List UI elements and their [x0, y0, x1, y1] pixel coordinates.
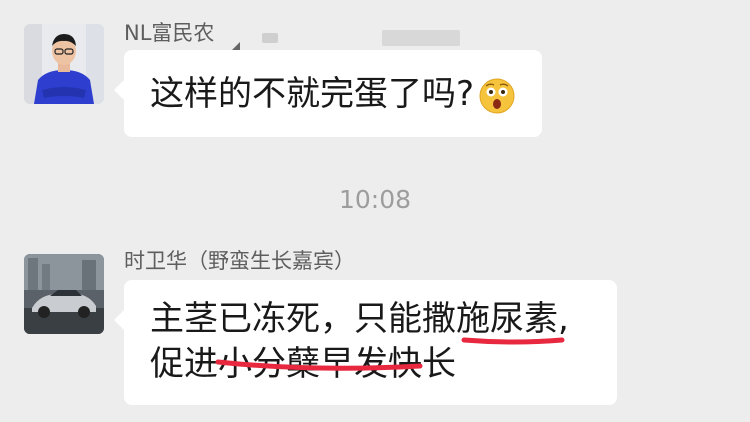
redacted-text	[262, 33, 278, 43]
sender-name: NL富民农	[124, 21, 215, 45]
timestamp: 10:08	[338, 185, 412, 214]
message-bubble[interactable]: 这样的不就完蛋了吗?	[113, 50, 543, 137]
avatar-image	[24, 254, 104, 334]
sender-name: 时卫华（野蛮生长嘉宾）	[124, 249, 355, 273]
avatar[interactable]	[24, 254, 104, 334]
handwritten-underline-mark	[215, 337, 565, 371]
message-bubble[interactable]: 主茎已冻死，只能撒施尿素, 促进小分蘖早发快长	[114, 280, 617, 405]
group-admin-corner-icon	[232, 35, 240, 50]
message-text: 这样的不就完蛋了吗?	[150, 74, 475, 114]
redacted-text	[382, 30, 460, 46]
shocked-face-emoji-icon	[478, 77, 516, 115]
avatar[interactable]	[24, 24, 104, 104]
avatar-image	[24, 24, 104, 104]
